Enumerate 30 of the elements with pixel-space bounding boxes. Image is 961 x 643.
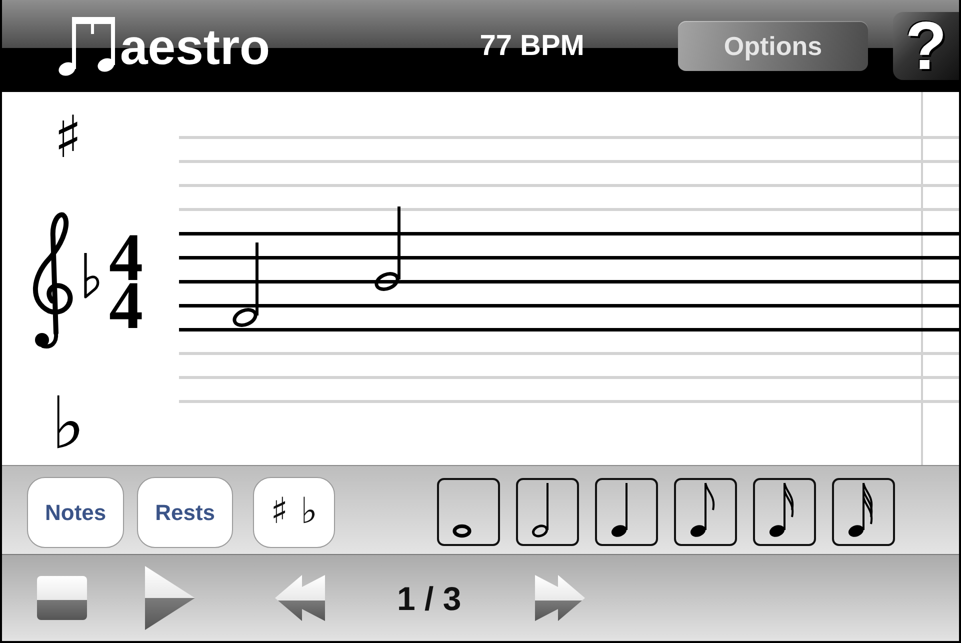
quarter-note-icon xyxy=(610,482,630,538)
flat-icon xyxy=(83,252,100,298)
options-button[interactable]: Options xyxy=(678,21,868,71)
tempo-label: 77 BPM xyxy=(478,32,586,60)
whole-note-button[interactable] xyxy=(437,478,500,546)
time-signature-top: 4 xyxy=(109,233,143,281)
whole-note-icon xyxy=(452,524,472,538)
sixteenth-note-icon xyxy=(768,482,796,538)
page-indicator: 1 / 3 xyxy=(397,582,462,614)
thirty-second-note-button[interactable] xyxy=(832,478,896,546)
beamed-notes-icon xyxy=(58,16,117,76)
half-note-icon xyxy=(531,482,552,538)
help-button[interactable]: ? xyxy=(893,12,959,80)
stop-icon[interactable] xyxy=(37,576,87,620)
time-signature-bottom: 4 xyxy=(109,281,143,329)
accidentals-button[interactable]: ♯ ♭ xyxy=(253,476,336,548)
half-note-button[interactable] xyxy=(516,478,580,546)
play-icon[interactable] xyxy=(145,566,195,630)
eighth-note-button[interactable] xyxy=(674,478,738,546)
logo-text: aestro xyxy=(120,22,270,72)
sixteenth-note-button[interactable] xyxy=(753,478,816,546)
eighth-note-icon xyxy=(689,482,718,538)
category-button[interactable]: Notes xyxy=(27,476,124,548)
rewind-icon[interactable] xyxy=(275,575,325,621)
flat-button[interactable]: ♭ xyxy=(51,386,85,458)
sharp-button[interactable]: ♯ xyxy=(54,108,82,166)
quarter-note-button[interactable] xyxy=(595,478,658,546)
fast-forward-icon[interactable] xyxy=(535,575,586,621)
category-button[interactable]: Rests xyxy=(137,476,234,548)
thirty-second-note-icon xyxy=(847,482,876,538)
